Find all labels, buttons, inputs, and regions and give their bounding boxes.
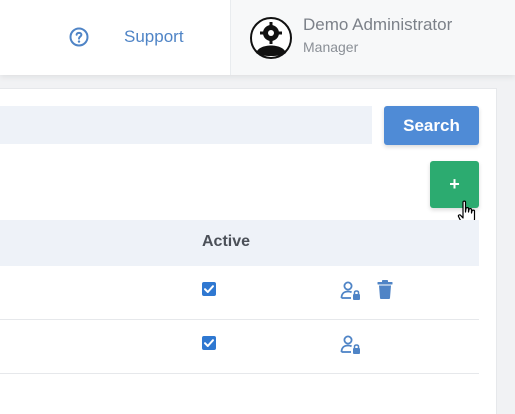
table-header: Active [0, 220, 479, 266]
search-bar[interactable] [0, 106, 372, 144]
user-lock-icon[interactable] [340, 281, 362, 301]
column-header-active: Active [202, 233, 251, 250]
avatar [250, 17, 292, 59]
check-icon [204, 339, 214, 347]
table-row [0, 266, 479, 320]
trash-icon[interactable] [377, 280, 393, 299]
content-card: Search + Active [0, 88, 497, 414]
active-checkbox[interactable] [202, 336, 216, 350]
help-icon[interactable] [69, 27, 89, 47]
check-icon [204, 285, 214, 293]
table-row [0, 320, 479, 374]
user-lock-icon[interactable] [340, 335, 362, 355]
search-button[interactable]: Search [384, 106, 479, 145]
top-navbar: Support Demo Administrator Manager [0, 0, 515, 75]
active-checkbox[interactable] [202, 282, 216, 296]
support-link[interactable]: Support [124, 27, 184, 47]
user-menu[interactable]: Demo Administrator Manager [230, 0, 515, 75]
user-role: Manager [303, 39, 359, 55]
user-name: Demo Administrator [303, 15, 453, 34]
